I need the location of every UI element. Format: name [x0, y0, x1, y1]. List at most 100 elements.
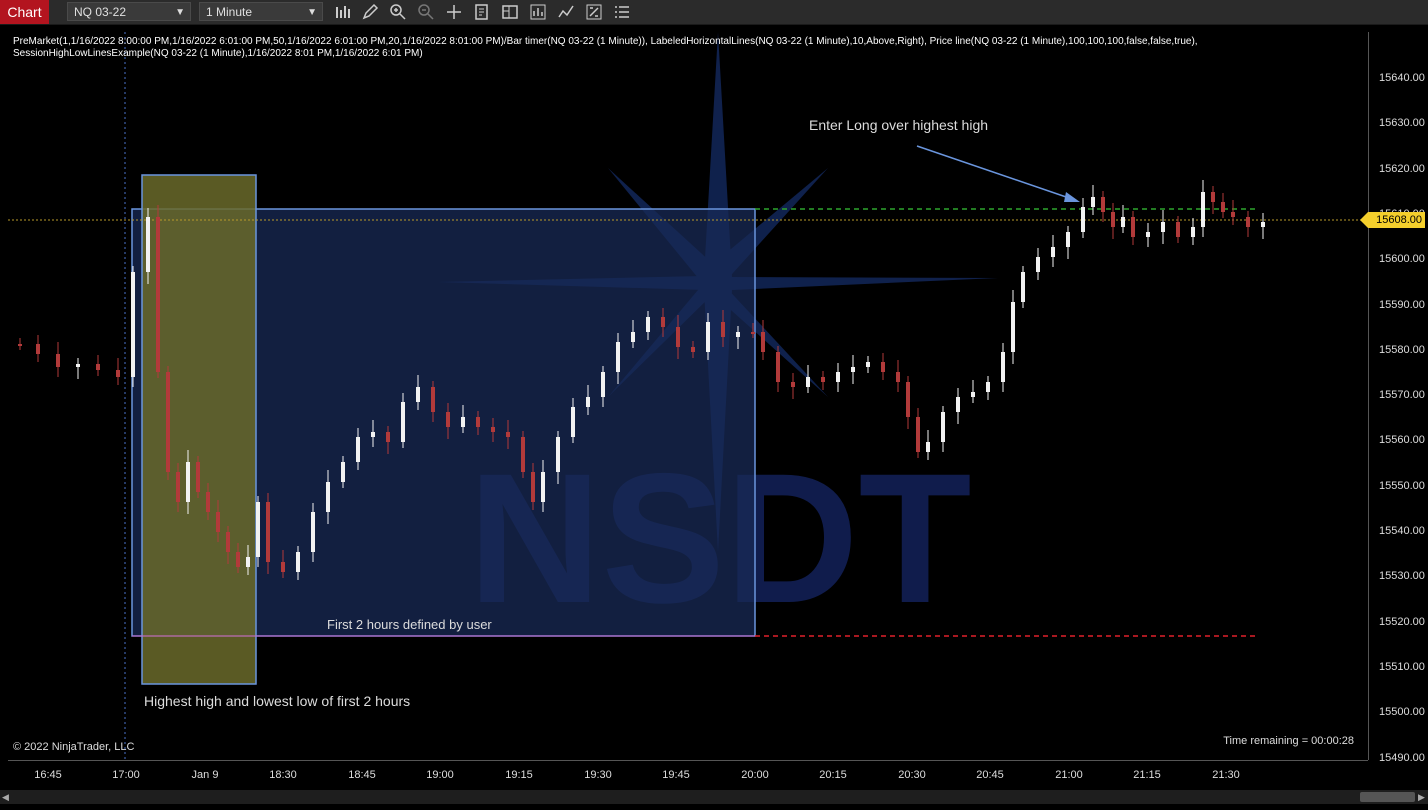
candle-body	[1101, 197, 1105, 212]
candle-body	[1231, 212, 1235, 217]
price-tick-label: 15600.00	[1379, 253, 1425, 266]
candle-body	[941, 412, 945, 442]
candle-body	[1221, 202, 1225, 212]
chart-properties-icon[interactable]	[585, 3, 603, 21]
candle-body	[706, 322, 710, 352]
candle-body	[36, 344, 40, 354]
candle-body	[836, 372, 840, 382]
candle-body	[616, 342, 620, 372]
candle-body	[76, 364, 80, 367]
time-axis[interactable]: 16:45 17:00 Jan 9 18:30 18:45 19:00 19:15 19:30…	[8, 760, 1368, 789]
interval-value: 1 Minute	[206, 5, 253, 19]
candle-body	[761, 332, 765, 352]
bar-timer: Time remaining = 00:00:28	[1223, 735, 1354, 747]
indicator-line-2: SessionHighLowLinesExample(NQ 03-22 (1 M…	[13, 48, 423, 59]
candle-body	[571, 407, 575, 437]
candle-body	[256, 502, 260, 557]
candle-body	[1021, 272, 1025, 302]
bar-type-icon[interactable]	[334, 3, 352, 21]
drawing-pencil-icon[interactable]	[361, 3, 379, 21]
candle-body	[326, 482, 330, 512]
candle-body	[1111, 212, 1115, 227]
price-tick-label: 15620.00	[1379, 162, 1425, 175]
candle-body	[1036, 257, 1040, 272]
indicators-icon[interactable]	[557, 3, 575, 21]
chart-toolbar: Chart NQ 03-22 ▼ 1 Minute ▼	[0, 0, 1428, 25]
price-tick-label: 15630.00	[1379, 117, 1425, 130]
candle-body	[916, 417, 920, 452]
time-tick-label: 20:00	[741, 769, 769, 781]
instrument-value: NQ 03-22	[74, 5, 127, 19]
candle-body	[1261, 222, 1265, 227]
candle-body	[661, 317, 665, 327]
candle-body	[476, 417, 480, 427]
time-tick-label: 20:45	[976, 769, 1004, 781]
candle-body	[1011, 302, 1015, 352]
price-tick-label: 15590.00	[1379, 298, 1425, 311]
indicator-labels: PreMarket(1,1/16/2022 8:00:00 PM,1/16/20…	[13, 36, 1313, 60]
candle-body	[521, 437, 525, 472]
chart-panel[interactable]: NSDT PreMarket(1,1/16/2022 8:00:00 PM,1/…	[8, 32, 1368, 760]
zoom-in-icon[interactable]	[389, 3, 407, 21]
candle-body	[1066, 232, 1070, 247]
price-tick-label: 15640.00	[1379, 72, 1425, 84]
chart-tab[interactable]: Chart	[0, 0, 49, 24]
time-tick-label: 18:30	[269, 769, 297, 781]
candle-body	[401, 402, 405, 442]
candle-body	[851, 367, 855, 372]
high-low-note[interactable]: Highest high and lowest low of first 2 h…	[144, 693, 410, 709]
candle-body	[1121, 217, 1125, 227]
horizontal-scrollbar[interactable]: ◀ ▶	[0, 790, 1428, 804]
time-tick-label: 19:45	[662, 769, 690, 781]
time-tick-label: 18:45	[348, 769, 376, 781]
time-tick-label: 21:30	[1212, 769, 1240, 781]
data-box-icon[interactable]	[473, 3, 491, 21]
candle-body	[491, 427, 495, 432]
candle-body	[1176, 222, 1180, 237]
indicator-line-1: PreMarket(1,1/16/2022 8:00:00 PM,1/16/20…	[13, 36, 1198, 47]
candle-body	[206, 492, 210, 512]
price-chart[interactable]: NSDT	[8, 32, 1368, 760]
price-axis[interactable]: 15640.0015630.0015620.0015610.0015600.00…	[1368, 32, 1428, 764]
candle-body	[56, 354, 60, 367]
candle-body	[866, 362, 870, 367]
candle-body	[586, 397, 590, 407]
candle-body	[311, 512, 315, 552]
instrument-selector[interactable]: NQ 03-22 ▼	[67, 2, 191, 21]
price-tick-label: 15530.00	[1379, 570, 1425, 583]
candle-body	[1001, 352, 1005, 382]
price-tick-label: 15570.00	[1379, 389, 1425, 402]
chevron-down-icon: ▼	[175, 7, 185, 18]
enter-long-note[interactable]: Enter Long over highest high	[809, 117, 988, 133]
time-tick-label: 21:00	[1055, 769, 1083, 781]
time-tick-label: 21:15	[1133, 769, 1161, 781]
candle-body	[1161, 222, 1165, 232]
candle-body	[1246, 217, 1250, 227]
candle-body	[236, 552, 240, 567]
candle-body	[986, 382, 990, 392]
zoom-out-icon[interactable]	[417, 3, 435, 21]
candle-body	[266, 502, 270, 562]
candle-body	[296, 552, 300, 572]
scroll-right-icon[interactable]: ▶	[1418, 792, 1426, 802]
candle-body	[461, 417, 465, 427]
candle-body	[721, 322, 725, 337]
first-two-hours-note[interactable]: First 2 hours defined by user	[327, 617, 492, 632]
crosshair-icon[interactable]	[445, 3, 463, 21]
scroll-left-icon[interactable]: ◀	[2, 792, 10, 802]
strategies-icon[interactable]	[529, 3, 547, 21]
candle-body	[821, 377, 825, 382]
price-tick-label: 15510.00	[1379, 660, 1425, 673]
scroll-thumb[interactable]	[1360, 792, 1415, 802]
templates-icon[interactable]	[501, 3, 519, 21]
candle-body	[216, 512, 220, 532]
candle-body	[1081, 207, 1085, 232]
price-tick-label: 15540.00	[1379, 525, 1425, 537]
candle-body	[736, 332, 740, 337]
candle-body	[431, 387, 435, 412]
interval-selector[interactable]: 1 Minute ▼	[199, 2, 323, 21]
price-tick-label: 15520.00	[1379, 615, 1425, 628]
more-icon[interactable]	[613, 3, 631, 21]
annotation-arrow[interactable]	[916, 145, 1073, 200]
candle-body	[506, 432, 510, 437]
